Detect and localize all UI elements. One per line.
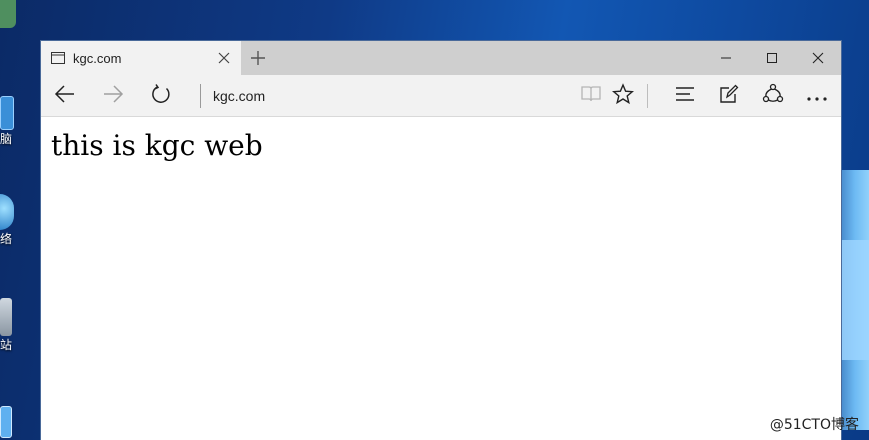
reading-view-icon	[580, 84, 602, 108]
back-arrow-icon	[54, 84, 76, 108]
minimize-button[interactable]	[703, 41, 749, 75]
minimize-icon	[720, 49, 732, 68]
forward-arrow-icon	[102, 84, 124, 108]
toolbar-divider-2	[647, 84, 648, 108]
share-icon	[762, 83, 784, 109]
desktop-network-label: 络	[0, 232, 13, 246]
toolbar-divider	[200, 84, 201, 108]
desktop-recycle-bin-icon[interactable]: 站	[0, 298, 18, 352]
browser-tab[interactable]: kgc.com	[41, 41, 241, 75]
hub-icon	[674, 85, 696, 107]
refresh-button[interactable]	[141, 75, 181, 117]
new-tab-icon[interactable]	[249, 49, 267, 67]
desktop-control-panel-icon[interactable]	[0, 406, 18, 438]
close-tab-icon[interactable]	[217, 50, 231, 64]
favorite-button[interactable]	[603, 75, 643, 117]
close-window-button[interactable]	[795, 41, 841, 75]
browser-window: kgc.com kgc.com this is kgc web	[40, 40, 842, 440]
desktop-recycle-bin-label: 站	[0, 338, 13, 352]
close-icon	[812, 49, 824, 68]
star-icon	[611, 83, 635, 109]
more-icon	[806, 87, 828, 106]
desktop: 脑 络 站 kgc.com kgc.com this is kgc web @5…	[0, 0, 869, 440]
tab-title: kgc.com	[73, 50, 122, 66]
wallpaper-glow-inner	[841, 240, 869, 360]
tab-strip: kgc.com	[41, 41, 841, 75]
page-content: this is kgc web	[41, 117, 841, 440]
desktop-network-icon[interactable]: 络	[0, 194, 18, 246]
web-note-icon	[719, 84, 739, 108]
share-button[interactable]	[753, 75, 793, 117]
page-body-text: this is kgc web	[51, 129, 263, 162]
desktop-computer-icon[interactable]: 脑	[0, 96, 18, 146]
address-bar-input[interactable]	[213, 86, 573, 106]
back-button[interactable]	[45, 75, 85, 117]
web-note-button[interactable]	[709, 75, 749, 117]
page-icon	[51, 52, 65, 64]
watermark: @51CTO博客	[769, 417, 859, 433]
hub-button[interactable]	[665, 75, 705, 117]
more-button[interactable]	[797, 75, 837, 117]
refresh-icon	[150, 83, 172, 109]
desktop-user-icon[interactable]	[0, 0, 18, 30]
maximize-icon	[766, 49, 778, 68]
maximize-button[interactable]	[749, 41, 795, 75]
navigation-toolbar	[41, 75, 841, 117]
forward-button[interactable]	[93, 75, 133, 117]
desktop-computer-label: 脑	[0, 132, 13, 146]
